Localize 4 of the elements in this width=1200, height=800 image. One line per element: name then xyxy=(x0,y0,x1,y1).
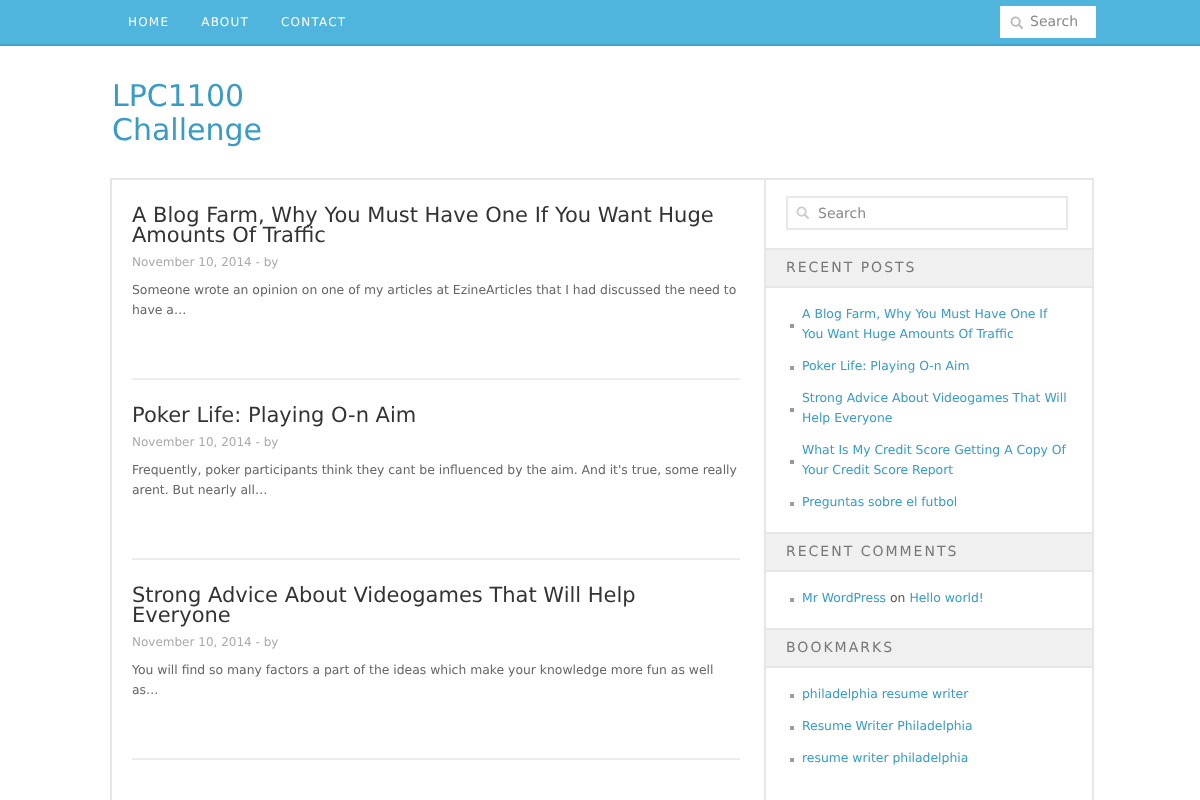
post-title[interactable]: Strong Advice About Videogames That Will Help Everyone xyxy=(132,586,740,626)
post-title[interactable]: A Blog Farm, Why You Must Have One If You Want Huge Amounts Of Traffic xyxy=(132,206,740,246)
site-title[interactable]: LPC1100 Challenge xyxy=(112,80,1200,148)
post-title[interactable]: Poker Life: Playing O-n Aim xyxy=(132,406,740,426)
